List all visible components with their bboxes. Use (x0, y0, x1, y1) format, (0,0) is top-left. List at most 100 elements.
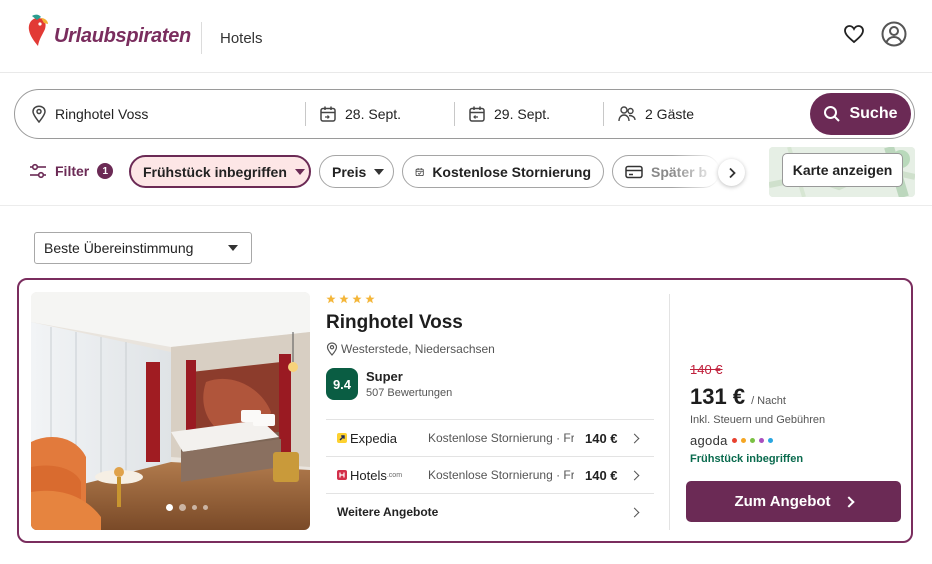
filter-count-badge: 1 (97, 163, 114, 179)
calendar-check-icon (415, 167, 424, 176)
chip-label: Kostenlose Stornierung (432, 163, 591, 180)
search-icon (824, 106, 841, 122)
offer-condition: Kostenlose Stornierung · Frühstück (428, 468, 574, 482)
logo-dot (767, 438, 773, 443)
provider-name: agoda (690, 433, 728, 448)
star-icon (365, 294, 375, 304)
provider-expedia: Expedia (337, 431, 397, 446)
review-count: 507 Bewertungen (366, 387, 453, 399)
search-button-label: Suche (849, 105, 898, 122)
hotel-card[interactable]: Ringhotel Voss Westerstede, Niedersachse… (17, 278, 913, 543)
provider-name: Hotels (350, 467, 387, 483)
offer-list: Expedia Kostenlose Stornierung · Frühstü… (326, 419, 654, 530)
offer-row[interactable]: Expedia Kostenlose Stornierung · Frühstü… (326, 419, 654, 456)
chip-label: Frühstück inbegriffen (143, 163, 287, 180)
price-row: 131 € / Nacht (690, 384, 786, 410)
agoda-logo: agoda (690, 433, 773, 448)
breakfast-included-label: Frühstück inbegriffen (690, 453, 804, 465)
photo-pagination (166, 504, 208, 511)
location-field[interactable]: Ringhotel Voss (31, 90, 148, 138)
checkin-value: 28. Sept. (345, 106, 402, 122)
site-header: Urlaubspiraten Hotels (0, 0, 932, 73)
hotel-photo[interactable] (31, 292, 310, 530)
logo-dot (758, 438, 764, 443)
star-rating (326, 294, 375, 304)
search-divider (603, 102, 604, 126)
checkout-value: 29. Sept. (494, 106, 551, 122)
star-icon (352, 294, 362, 304)
header-divider (201, 22, 202, 54)
sort-select[interactable]: Beste Übereinstimmung (34, 232, 252, 264)
chip-free-cancellation[interactable]: Kostenlose Stornierung (402, 155, 604, 188)
view-offer-button[interactable]: Zum Angebot (686, 481, 901, 522)
logo-dot (731, 438, 737, 443)
brand-name: Urlaubspiraten (54, 24, 191, 47)
pagination-dot[interactable] (166, 504, 173, 511)
offer-price: 140 € (585, 467, 618, 483)
search-divider (454, 102, 455, 126)
provider-suffix: .com (386, 471, 403, 479)
chevron-down-icon (294, 168, 305, 175)
star-icon (339, 294, 349, 304)
chevron-down-icon (374, 168, 385, 175)
guests-icon (618, 106, 636, 122)
chevron-right-icon (842, 495, 855, 508)
filter-label: Filter (55, 163, 90, 179)
more-offers-row[interactable]: Weitere Angebote (326, 493, 654, 530)
heart-icon[interactable] (843, 24, 865, 44)
chevron-down-icon (228, 245, 238, 251)
guests-value: 2 Gäste (645, 106, 695, 122)
view-offer-label: Zum Angebot (734, 493, 831, 510)
chip-scroll-fade (672, 155, 720, 188)
user-account-icon[interactable] (881, 21, 907, 47)
filter-button[interactable]: Filter 1 (29, 163, 114, 179)
parrot-logo-icon (28, 14, 48, 46)
search-button[interactable]: Suche (810, 93, 911, 135)
chevron-right-icon (629, 470, 640, 480)
pagination-dot[interactable] (203, 505, 208, 510)
old-price: 140 € (690, 362, 723, 377)
star-icon (326, 294, 336, 304)
show-map-button[interactable]: Karte anzeigen (782, 153, 903, 187)
pagination-dot[interactable] (192, 505, 197, 510)
logo-dot (740, 438, 746, 443)
chip-price[interactable]: Preis (319, 155, 394, 188)
calendar-icon (320, 106, 336, 122)
location-pin-icon (32, 105, 46, 123)
hotel-name[interactable]: Ringhotel Voss (326, 312, 463, 334)
offer-row[interactable]: Hotels.com Kostenlose Stornierung · Früh… (326, 456, 654, 493)
filter-bar: Filter 1 Frühstück inbegriffen Preis Kos… (0, 147, 932, 206)
chips-scroll-right-button[interactable] (718, 159, 745, 186)
checkout-field[interactable]: 29. Sept. (468, 90, 550, 138)
location-value: Ringhotel Voss (55, 106, 149, 122)
map-preview[interactable]: Karte anzeigen (769, 147, 915, 197)
chip-breakfast[interactable]: Frühstück inbegriffen (129, 155, 311, 188)
calendar-icon (469, 106, 485, 122)
credit-card-icon (625, 165, 643, 178)
pagination-dot[interactable] (179, 504, 186, 511)
checkin-field[interactable]: 28. Sept. (319, 90, 401, 138)
nav-hotels[interactable]: Hotels (220, 30, 263, 47)
card-divider (669, 294, 670, 530)
chevron-right-icon (629, 433, 640, 443)
location-pin-icon (326, 342, 338, 356)
rating-score-badge: 9.4 (326, 368, 358, 400)
offer-condition: Kostenlose Stornierung · Frühstück (428, 431, 574, 445)
hotels-com-logo-icon (337, 470, 347, 480)
chevron-right-icon (728, 167, 736, 178)
brand-logo[interactable]: Urlaubspiraten (26, 14, 191, 48)
current-price: 131 € (690, 384, 746, 409)
rating-label: Super (366, 369, 403, 384)
provider-hotels-com: Hotels .com (337, 468, 402, 483)
chevron-right-icon (629, 507, 640, 517)
more-offers-label: Weitere Angebote (337, 505, 439, 519)
hotel-room-image (31, 292, 310, 530)
guests-field[interactable]: 2 Gäste (617, 90, 694, 138)
expedia-logo-icon (337, 433, 347, 443)
tax-note: Inkl. Steuern und Gebühren (690, 414, 826, 426)
provider-name: Expedia (350, 430, 397, 446)
hotel-location: Westerstede, Niedersachsen (326, 342, 495, 356)
offer-price: 140 € (585, 430, 618, 446)
logo-dot (749, 438, 755, 443)
search-divider (305, 102, 306, 126)
